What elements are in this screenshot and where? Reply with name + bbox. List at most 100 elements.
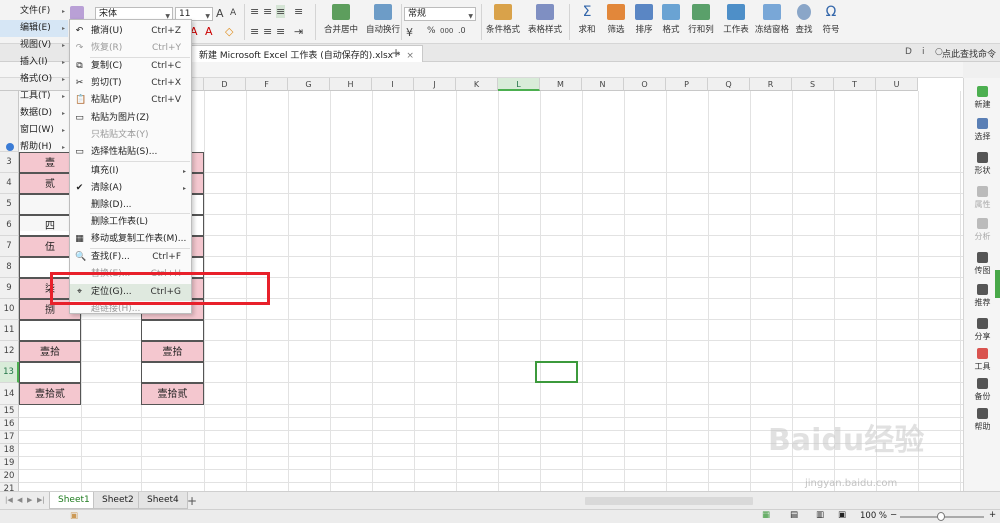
- align-justify-icon[interactable]: ≡: [294, 5, 303, 18]
- d-icon[interactable]: D: [905, 47, 912, 57]
- align-right-icon[interactable]: ≡: [276, 25, 285, 38]
- column-header-g[interactable]: G: [288, 78, 330, 91]
- row-header-8[interactable]: 8: [0, 257, 19, 278]
- cell-d13[interactable]: [141, 362, 204, 383]
- wrap-text-button[interactable]: 自动换行: [364, 4, 402, 35]
- row-header-21[interactable]: 21: [0, 483, 19, 491]
- page-layout-icon[interactable]: ▤: [790, 510, 798, 520]
- search-command-link[interactable]: 点此查找命令: [942, 47, 996, 60]
- column-header-j[interactable]: J: [414, 78, 456, 91]
- symbol-button[interactable]: Ω 符号: [818, 4, 844, 35]
- menu-view[interactable]: 视图(V) ▸: [0, 37, 68, 54]
- conditional-format-button[interactable]: 条件格式: [484, 4, 522, 35]
- align-bottom-icon[interactable]: ≡: [276, 5, 286, 18]
- sort-button[interactable]: 排序: [631, 4, 657, 35]
- cell-b13[interactable]: [19, 362, 81, 383]
- align-top-icon[interactable]: ≡: [250, 5, 259, 18]
- column-header-l[interactable]: L: [498, 78, 540, 91]
- highlight-icon[interactable]: ◇: [225, 25, 233, 38]
- row-header-16[interactable]: 16: [0, 418, 19, 431]
- currency-icon[interactable]: ¥: [406, 26, 413, 39]
- column-header-p[interactable]: P: [666, 78, 708, 91]
- row-header-12[interactable]: 12: [0, 341, 19, 362]
- column-header-r[interactable]: R: [750, 78, 792, 91]
- menu-item-cut[interactable]: ✂ 剪切(T) Ctrl+X: [70, 75, 191, 92]
- column-header-t[interactable]: T: [834, 78, 876, 91]
- number-format-select[interactable]: 常规 ▼: [404, 7, 476, 21]
- row-header-18[interactable]: 18: [0, 444, 19, 457]
- normal-view-icon[interactable]: ▦: [762, 510, 770, 520]
- row-header-14[interactable]: 14: [0, 383, 19, 405]
- menu-item-paste-special[interactable]: ▭ 选择性粘贴(S)...: [70, 144, 191, 161]
- worksheet-button[interactable]: 工作表: [720, 4, 752, 35]
- selected-cell-l13[interactable]: [535, 361, 578, 383]
- prev-sheet-icon[interactable]: ◀: [17, 496, 22, 504]
- menu-tools[interactable]: 工具(T) ▸: [0, 88, 68, 105]
- menu-item-find[interactable]: 🔍 查找(F)... Ctrl+F: [70, 249, 191, 266]
- cell-d14[interactable]: 壹拾贰: [141, 383, 204, 405]
- fill-color-icon[interactable]: A: [205, 25, 213, 38]
- menu-item-undo[interactable]: ↶ 撤消(U) Ctrl+Z: [70, 23, 191, 40]
- close-icon[interactable]: ×: [406, 51, 414, 61]
- menu-item-delete-sheet[interactable]: 删除工作表(L): [70, 214, 191, 231]
- cell-d12[interactable]: 壹拾: [141, 341, 204, 362]
- increase-font-icon[interactable]: A: [216, 7, 224, 20]
- row-header-10[interactable]: 10: [0, 299, 19, 320]
- zoom-out-icon[interactable]: −: [890, 510, 897, 520]
- sidebar-item-share[interactable]: 分享: [964, 318, 1000, 342]
- sheet-tab-sheet2[interactable]: Sheet2: [93, 492, 143, 509]
- decrease-font-icon[interactable]: A: [230, 8, 236, 18]
- menu-item-delete[interactable]: 删除(D)...: [70, 197, 191, 214]
- align-left-icon[interactable]: ≡: [250, 25, 259, 38]
- column-header-i[interactable]: I: [372, 78, 414, 91]
- format-button[interactable]: 格式: [658, 4, 684, 35]
- info-icon[interactable]: i: [922, 47, 925, 57]
- sidebar-item-help[interactable]: 帮助: [964, 408, 1000, 432]
- column-header-m[interactable]: M: [540, 78, 582, 91]
- menu-file[interactable]: 文件(F) ▸: [0, 3, 68, 20]
- decimal-icon[interactable]: .0: [458, 26, 466, 35]
- menu-item-paste[interactable]: 📋 粘贴(P) Ctrl+V: [70, 92, 191, 109]
- zoom-in-icon[interactable]: +: [989, 510, 996, 520]
- page-break-icon[interactable]: ▥: [816, 510, 824, 520]
- menu-item-copy[interactable]: ⧉ 复制(C) Ctrl+C: [70, 58, 191, 75]
- sheet-tab-sheet1[interactable]: Sheet1: [49, 492, 99, 509]
- cell-b14[interactable]: 壹拾贰: [19, 383, 81, 405]
- last-sheet-icon[interactable]: ▶|: [37, 496, 45, 504]
- row-header-11[interactable]: 11: [0, 320, 19, 341]
- row-header-15[interactable]: 15: [0, 405, 19, 418]
- row-header-13[interactable]: 13: [0, 362, 19, 383]
- row-header-6[interactable]: 6: [0, 215, 19, 236]
- menu-edit[interactable]: 编辑(E) ▸: [0, 20, 68, 37]
- column-header-k[interactable]: K: [456, 78, 498, 91]
- percent-icon[interactable]: %: [427, 26, 436, 36]
- column-header-n[interactable]: N: [582, 78, 624, 91]
- row-header-9[interactable]: 9: [0, 278, 19, 299]
- sidebar-item-tools[interactable]: 工具: [964, 348, 1000, 372]
- row-header-20[interactable]: 20: [0, 470, 19, 483]
- next-sheet-icon[interactable]: ▶: [27, 496, 32, 504]
- sidebar-item-backup[interactable]: 备份: [964, 378, 1000, 402]
- cell-b11[interactable]: [19, 320, 81, 341]
- indent-icon[interactable]: ⇥: [294, 25, 303, 38]
- zoom-slider-knob[interactable]: [937, 512, 945, 521]
- sum-button[interactable]: Σ 求和: [574, 4, 600, 35]
- menu-insert[interactable]: 插入(I) ▸: [0, 54, 68, 71]
- row-header-7[interactable]: 7: [0, 236, 19, 257]
- horizontal-scrollbar[interactable]: [585, 497, 753, 505]
- sidebar-item-new[interactable]: 新建: [964, 86, 1000, 110]
- menu-data[interactable]: 数据(D) ▸: [0, 105, 68, 122]
- row-header-4[interactable]: 4: [0, 173, 19, 194]
- menu-help[interactable]: 帮助(H) ▸: [0, 139, 68, 156]
- fullscreen-icon[interactable]: ▣: [838, 510, 846, 520]
- find-button[interactable]: 查找: [791, 4, 817, 35]
- column-header-f[interactable]: F: [246, 78, 288, 91]
- cell-b12[interactable]: 壹拾: [19, 341, 81, 362]
- align-center-icon[interactable]: ≡: [263, 25, 272, 38]
- table-style-button[interactable]: 表格样式: [526, 4, 564, 35]
- sidebar-item-select[interactable]: 选择: [964, 118, 1000, 142]
- column-header-o[interactable]: O: [624, 78, 666, 91]
- menu-window[interactable]: 窗口(W) ▸: [0, 122, 68, 139]
- first-sheet-icon[interactable]: |◀: [5, 496, 13, 504]
- sidebar-item-shape[interactable]: 形状: [964, 152, 1000, 176]
